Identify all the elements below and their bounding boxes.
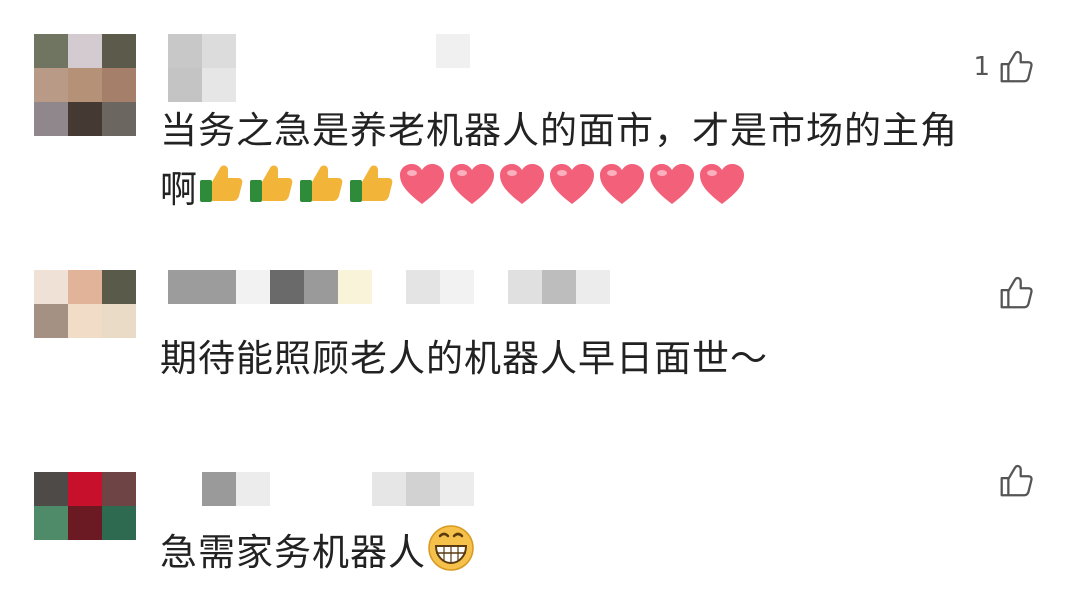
avatar-pixel [102,472,136,506]
thumbs-up-outline-icon [1000,50,1033,83]
thumbs-up-emoji-icon [198,162,246,221]
name-block [168,34,202,68]
thumbs-up-emoji-icon [298,162,346,221]
avatar-pixel [68,472,102,506]
name-block [440,472,474,506]
avatar-pixel [102,34,136,68]
name-block [474,270,508,304]
comment-2: 期待能照顾老人的机器人早日面世～ [0,240,1080,430]
avatar-pixel [34,472,68,506]
like-button[interactable] [990,462,1034,500]
avatar[interactable] [34,34,136,136]
comment-text-line2: 啊 [160,162,748,221]
name-block [372,270,406,304]
avatar-pixel [68,34,102,68]
name-block [406,270,440,304]
avatar-pixel [102,102,136,136]
name-block [270,472,372,506]
thumbs-up-emoji-icon [248,162,296,221]
avatar-pixel [68,270,102,304]
heart-emoji-icon [648,162,696,221]
name-block [202,34,236,68]
avatar-pixel [34,68,68,102]
name-block [304,270,338,304]
name-block [270,270,304,304]
comment-text-row: 急需家务机器人 [160,522,478,587]
username-blurred[interactable] [168,270,610,310]
like-count: 1 [973,52,990,82]
avatar-pixel [102,270,136,304]
name-block [202,472,236,506]
avatar-pixel [34,304,68,338]
comment-3: 急需家务机器人 [0,430,1080,603]
comment-text: 当务之急是养老机器人的面市，才是市场的主角 [160,109,958,152]
heart-emoji-icon [548,162,596,221]
name-block [236,270,270,304]
avatar-pixel [68,102,102,136]
name-block [372,472,406,506]
avatar-pixel [68,304,102,338]
name-block [440,270,474,304]
comment-text: 急需家务机器人 [160,531,426,574]
heart-emoji-icon [698,162,746,221]
heart-emoji-icon [498,162,546,221]
heart-emoji-icon [398,162,446,221]
heart-emoji-icon [448,162,496,221]
name-block [576,270,610,304]
like-button[interactable]: 1 [973,48,1034,86]
name-block [436,34,470,68]
like-button[interactable] [990,274,1034,312]
name-block [406,472,440,506]
avatar[interactable] [34,270,136,338]
comment-text-cont: 啊 [160,168,198,211]
name-block-lower [168,68,236,102]
username-blurred[interactable] [168,472,474,512]
avatar-pixel [34,506,68,540]
name-block [236,472,270,506]
avatar-pixel [68,506,102,540]
avatar-pixel [34,102,68,136]
name-block [508,270,542,304]
avatar-pixel [102,68,136,102]
avatar-pixel [34,34,68,68]
comment-text: 期待能照顾老人的机器人早日面世～ [160,337,768,380]
thumbs-up-outline-icon [1000,276,1033,309]
avatar-pixel [102,506,136,540]
avatar-pixel [68,68,102,102]
name-block [168,270,236,304]
avatar[interactable] [34,472,136,540]
name-block [338,270,372,304]
grinning-face-emoji-icon [426,522,476,587]
avatar-pixel [102,304,136,338]
avatar-pixel [34,270,68,304]
name-block [542,270,576,304]
thumbs-up-outline-icon [1000,464,1033,497]
name-block [168,472,202,506]
thumbs-up-emoji-icon [348,162,396,221]
comment-1: 1 当务之急是养老机器人的面市，才是市场的主角 啊 [0,0,1080,240]
heart-emoji-icon [598,162,646,221]
